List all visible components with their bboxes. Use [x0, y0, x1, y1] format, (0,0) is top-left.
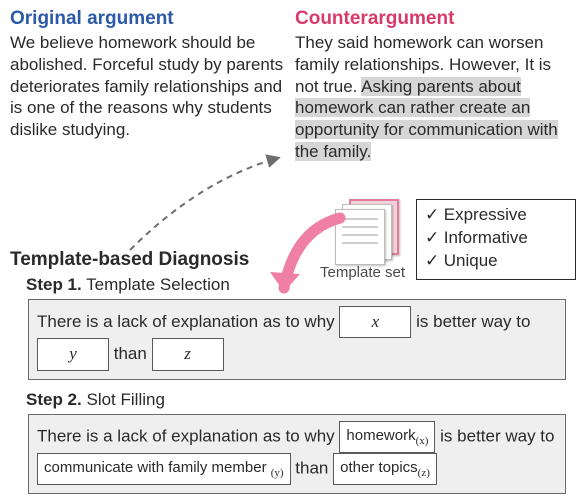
- counter-text: They said homework can worsen family rel…: [295, 32, 574, 163]
- slot-z: z: [152, 338, 224, 371]
- original-argument: Original argument We believe homework sh…: [10, 8, 289, 163]
- criteria-item: ✓ Informative: [425, 227, 567, 250]
- criteria-item: ✓ Expressive: [425, 204, 567, 227]
- step2-header: Step 2. Slot Filling: [26, 390, 574, 410]
- filled-slot-z: other topics(z): [333, 453, 437, 485]
- step2-template-box: There is a lack of explanation as to why…: [28, 414, 566, 493]
- criteria-label: Unique: [444, 251, 498, 270]
- criteria-label: Informative: [444, 228, 528, 247]
- slot-y: y: [37, 338, 109, 371]
- filled-slot-x: homework(x): [339, 421, 435, 453]
- tpl-text: than: [295, 458, 333, 477]
- check-icon: ✓: [425, 227, 439, 250]
- counter-title: Counterargument: [295, 8, 574, 30]
- filled-slot-y: communicate with family member (y): [37, 453, 291, 485]
- check-icon: ✓: [425, 204, 439, 227]
- check-icon: ✓: [425, 250, 439, 273]
- tpl-text: There is a lack of explanation as to why: [37, 427, 339, 446]
- arguments-row: Original argument We believe homework sh…: [10, 8, 574, 163]
- slot-x: x: [339, 306, 411, 339]
- template-set-stack: [335, 199, 399, 259]
- step1-template-box: There is a lack of explanation as to why…: [28, 299, 566, 381]
- template-set-label: Template set: [320, 264, 405, 281]
- tpl-text: is better way to: [440, 427, 554, 446]
- criteria-box: ✓ Expressive ✓ Informative ✓ Unique: [416, 199, 576, 280]
- step1-title: Template Selection: [86, 275, 230, 294]
- step1-label: Step 1.: [26, 275, 82, 294]
- criteria-item: ✓ Unique: [425, 250, 567, 273]
- step2-title: Slot Filling: [86, 390, 164, 409]
- tpl-text: is better way to: [416, 311, 530, 330]
- original-text: We believe homework should be abolished.…: [10, 32, 289, 141]
- template-card: [335, 209, 385, 265]
- original-title: Original argument: [10, 8, 289, 30]
- tpl-text: There is a lack of explanation as to why: [37, 311, 339, 330]
- tpl-text: than: [114, 344, 152, 363]
- step2-label: Step 2.: [26, 390, 82, 409]
- criteria-label: Expressive: [444, 205, 527, 224]
- counterargument: Counterargument They said homework can w…: [295, 8, 574, 163]
